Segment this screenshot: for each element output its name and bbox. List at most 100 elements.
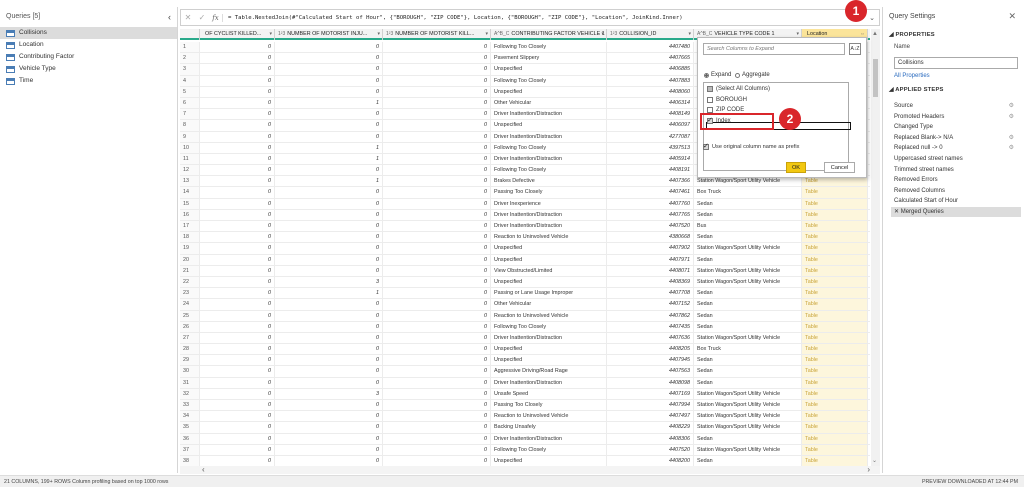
table-link-cell[interactable]: Table <box>802 288 868 299</box>
table-cell[interactable]: 0 <box>200 142 275 153</box>
table-cell[interactable]: 0 <box>383 422 491 433</box>
table-cell[interactable]: Unspecified <box>491 243 607 254</box>
table-cell[interactable]: 0 <box>275 400 383 411</box>
table-cell[interactable]: 0 <box>383 86 491 97</box>
table-cell[interactable]: 4407760 <box>607 198 694 209</box>
table-cell[interactable]: Other Vehicular <box>491 299 607 310</box>
column-checkbox-item[interactable]: (Select All Columns) <box>707 86 770 92</box>
table-cell[interactable]: 4407152 <box>607 299 694 310</box>
table-cell[interactable]: 0 <box>200 321 275 332</box>
row-number[interactable]: 27 <box>180 332 200 344</box>
table-cell[interactable]: 0 <box>200 198 275 209</box>
table-cell[interactable]: Driver Inattention/Distraction <box>491 221 607 232</box>
row-number[interactable]: 17 <box>180 221 200 232</box>
table-cell[interactable]: 4407665 <box>607 53 694 64</box>
commit-check-icon[interactable]: ✓ <box>195 13 209 22</box>
table-cell[interactable]: 0 <box>383 444 491 455</box>
table-cell[interactable]: 1 <box>275 97 383 109</box>
table-cell[interactable]: 0 <box>275 444 383 455</box>
table-cell[interactable]: 0 <box>275 455 383 466</box>
table-cell[interactable]: 1 <box>275 142 383 153</box>
table-link-cell[interactable]: Table <box>802 366 868 377</box>
table-cell[interactable]: 4408060 <box>607 86 694 97</box>
table-cell[interactable]: Sedan <box>694 433 802 444</box>
collapse-chevron-icon[interactable]: ‹ <box>168 7 171 27</box>
table-cell[interactable]: 0 <box>275 321 383 332</box>
table-cell[interactable]: 0 <box>383 276 491 288</box>
aggregate-radio[interactable]: Aggregate <box>735 72 770 78</box>
table-cell[interactable]: 0 <box>200 455 275 466</box>
table-cell[interactable]: 4408205 <box>607 344 694 355</box>
table-cell[interactable]: Sedan <box>694 455 802 466</box>
query-item[interactable]: Time <box>0 75 177 87</box>
table-link-cell[interactable]: Table <box>802 221 868 232</box>
column-header[interactable]: 1²3 NUMBER OF MOTORIST KILL... ▾ <box>383 29 491 40</box>
table-cell[interactable]: 0 <box>275 64 383 75</box>
table-cell[interactable]: 4407480 <box>607 42 694 53</box>
table-cell[interactable]: Station Wagon/Sport Utility Vehicle <box>694 444 802 455</box>
table-cell[interactable]: 4408200 <box>607 455 694 466</box>
table-cell[interactable]: Unspecified <box>491 276 607 288</box>
table-cell[interactable]: 1 <box>275 288 383 299</box>
table-cell[interactable]: 0 <box>383 321 491 332</box>
column-type-icon[interactable]: 1²3 <box>278 31 285 37</box>
table-cell[interactable]: 0 <box>275 165 383 176</box>
table-cell[interactable]: 0 <box>200 209 275 220</box>
table-cell[interactable]: Other Vehicular <box>491 97 607 109</box>
table-cell[interactable]: 0 <box>275 187 383 198</box>
table-cell[interactable]: 0 <box>200 131 275 142</box>
table-cell[interactable]: 1 <box>275 153 383 165</box>
table-cell[interactable]: 0 <box>383 400 491 411</box>
table-cell[interactable]: Unspecified <box>491 455 607 466</box>
table-cell[interactable]: 4407366 <box>607 176 694 187</box>
table-cell[interactable]: 0 <box>275 232 383 243</box>
table-cell[interactable]: 0 <box>383 232 491 243</box>
table-cell[interactable]: 0 <box>200 97 275 109</box>
row-number[interactable]: 5 <box>180 86 200 97</box>
table-cell[interactable]: Sedan <box>694 288 802 299</box>
table-cell[interactable]: 0 <box>200 109 275 120</box>
row-number[interactable]: 28 <box>180 344 200 355</box>
table-cell[interactable]: Bus <box>694 221 802 232</box>
table-cell[interactable]: 0 <box>200 176 275 187</box>
table-cell[interactable]: 0 <box>275 42 383 53</box>
table-cell[interactable]: 0 <box>275 411 383 422</box>
table-cell[interactable]: Reaction to Uninvolved Vehicle <box>491 232 607 243</box>
table-cell[interactable]: 0 <box>383 97 491 109</box>
table-cell[interactable]: 0 <box>383 411 491 422</box>
table-cell[interactable]: 3 <box>275 388 383 399</box>
table-cell[interactable]: 0 <box>275 254 383 265</box>
table-cell[interactable]: Unsafe Speed <box>491 388 607 399</box>
table-cell[interactable]: 4408149 <box>607 109 694 120</box>
table-cell[interactable]: 0 <box>383 355 491 366</box>
column-type-icon[interactable]: 1²3 <box>610 31 617 37</box>
table-link-cell[interactable]: Table <box>802 276 868 288</box>
formula-expand-chevron-icon[interactable]: ⌄ <box>865 14 879 22</box>
table-cell[interactable]: 0 <box>383 187 491 198</box>
applied-step-item[interactable]: Calculated Start of Hour <box>894 196 1018 206</box>
fx-icon[interactable]: fx <box>209 13 223 22</box>
filter-dropdown-icon[interactable]: ▾ <box>377 29 380 40</box>
column-header[interactable]: A^B_C CONTRIBUTING FACTOR VEHICLE 1 ▾ <box>491 29 607 40</box>
table-cell[interactable]: 0 <box>200 53 275 64</box>
table-cell[interactable]: 0 <box>275 265 383 276</box>
table-cell[interactable]: Unspecified <box>491 254 607 265</box>
table-cell[interactable]: 0 <box>383 299 491 310</box>
applied-step-item[interactable]: Uppercased street names <box>894 154 1018 164</box>
filter-dropdown-icon[interactable]: ▾ <box>269 29 272 40</box>
column-type-icon[interactable]: 1²3 <box>386 31 393 37</box>
table-cell[interactable]: 0 <box>200 42 275 53</box>
table-cell[interactable]: 4407862 <box>607 310 694 321</box>
table-cell[interactable]: Sedan <box>694 254 802 265</box>
table-link-cell[interactable]: Table <box>802 265 868 276</box>
table-cell[interactable]: 4407563 <box>607 366 694 377</box>
row-number[interactable]: 8 <box>180 120 200 131</box>
table-cell[interactable]: Driver Inattention/Distraction <box>491 433 607 444</box>
row-number[interactable]: 34 <box>180 411 200 422</box>
table-link-cell[interactable]: Table <box>802 344 868 355</box>
table-cell[interactable]: 0 <box>383 377 491 388</box>
table-link-cell[interactable]: Table <box>802 388 868 399</box>
table-cell[interactable]: 4407883 <box>607 75 694 86</box>
table-link-cell[interactable]: Table <box>802 411 868 422</box>
row-number[interactable]: 7 <box>180 109 200 120</box>
